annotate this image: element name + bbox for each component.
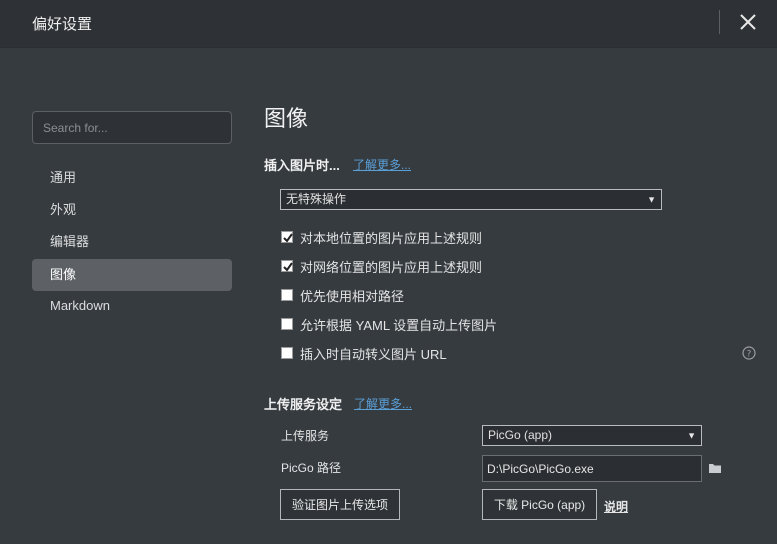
- sidebar-item-label: 通用: [50, 170, 77, 185]
- checkbox-checked-icon[interactable]: [281, 260, 293, 272]
- option-label: 允许根据 YAML 设置自动上传图片: [300, 317, 498, 333]
- page-title: 图像: [264, 106, 309, 131]
- title-bar: 偏好设置: [0, 0, 777, 48]
- sidebar-item-label: 外观: [50, 202, 77, 217]
- insert-action-select[interactable]: 无特殊操作 ▼: [280, 189, 662, 210]
- option-yaml-upload[interactable]: 允许根据 YAML 设置自动上传图片: [281, 315, 497, 333]
- checkbox-unchecked[interactable]: [281, 318, 293, 330]
- sidebar-item-appearance[interactable]: 外观: [32, 194, 232, 226]
- sidebar-item-label: Markdown: [50, 298, 110, 313]
- search-input[interactable]: [32, 111, 232, 144]
- explain-link[interactable]: 说明: [604, 498, 628, 515]
- picgo-path-label: PicGo 路径: [281, 461, 342, 475]
- sidebar-item-general[interactable]: 通用: [32, 162, 232, 194]
- checkbox-unchecked[interactable]: [281, 347, 293, 359]
- upload-section-label: 上传服务设定: [264, 397, 343, 412]
- insert-learn-more-link[interactable]: 了解更多...: [353, 156, 411, 173]
- close-icon[interactable]: [737, 10, 759, 34]
- upload-service-label: 上传服务: [281, 429, 330, 443]
- download-picgo-button[interactable]: 下载 PicGo (app): [482, 489, 597, 520]
- insert-action-value: 无特殊操作: [286, 192, 347, 206]
- sidebar-item-label: 编辑器: [50, 234, 90, 249]
- sidebar-item-image[interactable]: 图像: [32, 259, 232, 291]
- option-network-images[interactable]: 对网络位置的图片应用上述规则: [281, 257, 482, 275]
- upload-service-select[interactable]: PicGo (app) ▼: [482, 425, 702, 446]
- dropdown-arrow-icon: ▼: [687, 430, 696, 440]
- window-title: 偏好设置: [32, 16, 93, 33]
- titlebar-divider: [719, 10, 720, 34]
- option-label: 对本地位置的图片应用上述规则: [300, 230, 483, 246]
- checkbox-checked-icon[interactable]: [281, 231, 293, 243]
- help-icon[interactable]: ?: [742, 346, 756, 360]
- dropdown-arrow-icon: ▼: [647, 194, 656, 204]
- folder-icon[interactable]: [708, 461, 722, 473]
- option-label: 对网络位置的图片应用上述规则: [300, 259, 483, 275]
- upload-learn-more-link[interactable]: 了解更多...: [354, 395, 412, 412]
- picgo-path-field[interactable]: [482, 455, 702, 482]
- option-label: 插入时自动转义图片 URL: [300, 346, 447, 362]
- checkbox-unchecked[interactable]: [281, 289, 293, 301]
- upload-service-value: PicGo (app): [488, 428, 553, 442]
- sidebar-item-editor[interactable]: 编辑器: [32, 226, 232, 258]
- sidebar-item-markdown[interactable]: Markdown: [32, 290, 232, 322]
- option-local-images[interactable]: 对本地位置的图片应用上述规则: [281, 228, 482, 246]
- verify-upload-button[interactable]: 验证图片上传选项: [280, 489, 400, 520]
- option-label: 优先使用相对路径: [300, 288, 405, 304]
- sidebar-item-label: 图像: [50, 267, 77, 282]
- option-escape-url[interactable]: 插入时自动转义图片 URL: [281, 344, 447, 362]
- insert-section-label: 插入图片时...: [264, 158, 340, 173]
- svg-text:?: ?: [747, 350, 752, 360]
- option-relative-path[interactable]: 优先使用相对路径: [281, 286, 404, 304]
